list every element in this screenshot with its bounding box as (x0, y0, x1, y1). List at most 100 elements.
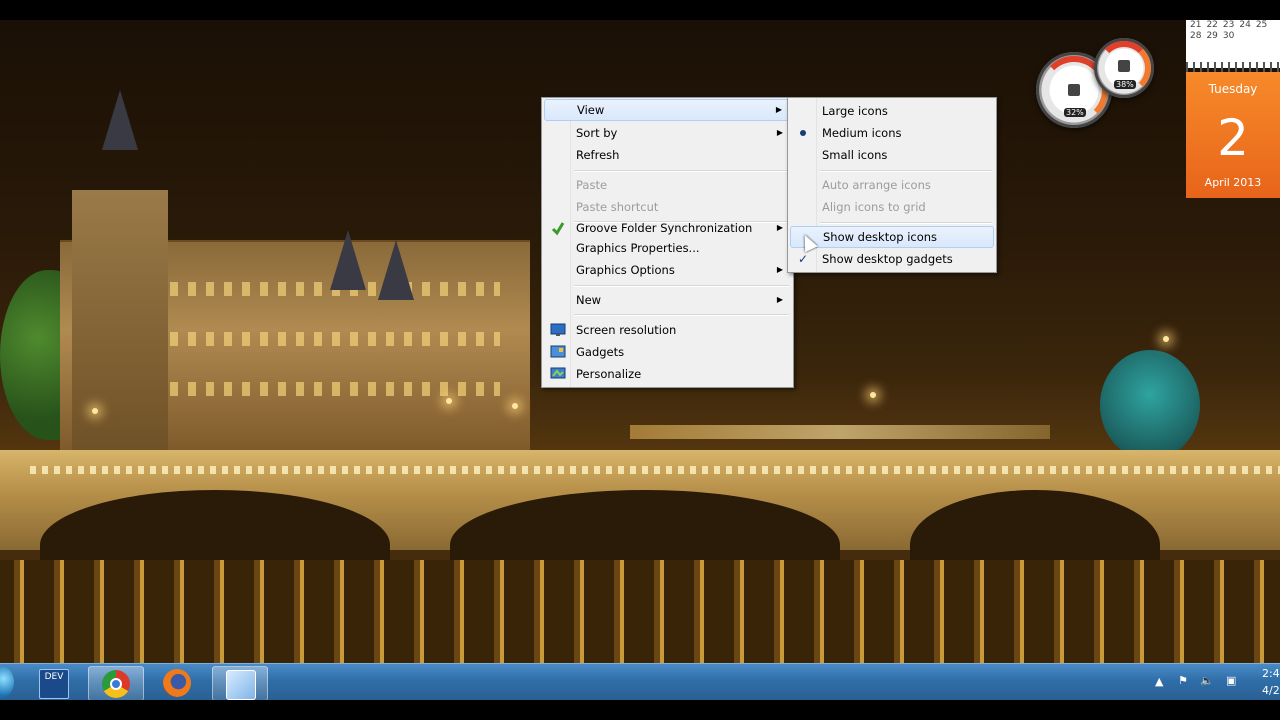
calendar-month-year: April 2013 (1204, 176, 1262, 189)
calendar-day: 2 (1217, 109, 1249, 167)
calendar-date: 29 (1206, 31, 1218, 41)
submenu-arrow-icon: ▶ (775, 105, 782, 114)
submenu-item-align-to-grid[interactable]: Align icons to grid (790, 196, 994, 218)
bridge-railing (30, 466, 1280, 474)
city-lights (630, 425, 1050, 439)
window-app-icon (226, 670, 256, 700)
menu-separator (574, 285, 789, 287)
firefox-icon (163, 669, 191, 697)
radio-selected-icon (800, 130, 806, 136)
submenu-item-show-desktop-icons[interactable]: Show desktop icons (790, 226, 994, 248)
menu-item-label: Screen resolution (576, 323, 677, 337)
calendar-date: 25 (1255, 20, 1268, 30)
submenu-arrow-icon: ▶ (776, 265, 783, 274)
calendar-date: 22 (1206, 20, 1218, 30)
menu-item-graphics-options[interactable]: Graphics Options ▶ (544, 259, 791, 281)
menu-item-refresh[interactable]: Refresh (544, 144, 791, 166)
menu-item-label: Personalize (576, 367, 642, 381)
taskbar-app-firefox[interactable] (150, 666, 204, 699)
submenu-item-show-desktop-gadgets[interactable]: ✓ Show desktop gadgets (790, 248, 994, 270)
calendar-weekday: Tuesday (1208, 82, 1258, 96)
cpu-value: 32% (1064, 108, 1086, 117)
calendar-rings (1186, 62, 1280, 72)
menu-item-label: Show desktop icons (823, 230, 938, 244)
menu-item-gadgets[interactable]: Gadgets (544, 341, 791, 363)
menu-item-groove-sync[interactable]: Groove Folder Synchronization ▶ (544, 217, 791, 239)
show-hidden-icons[interactable]: ▲ (1155, 675, 1163, 688)
submenu-arrow-icon: ▶ (776, 128, 783, 137)
system-tray: ▲ ⚑ 🔈 ▣ 2:4 4/2 (1140, 664, 1280, 701)
turret-roof (330, 230, 366, 290)
submenu-arrow-icon: ▶ (776, 295, 783, 304)
dev-app-label: DEV (44, 672, 64, 682)
memory-value: 38% (1114, 80, 1136, 89)
menu-item-paste-shortcut[interactable]: Paste shortcut (544, 196, 791, 218)
submenu-item-auto-arrange[interactable]: Auto arrange icons (790, 174, 994, 196)
street-lamp (446, 398, 452, 404)
menu-item-label: Show desktop gadgets (822, 252, 953, 266)
menu-item-label: Graphics Properties... (576, 241, 700, 255)
menu-item-label: Medium icons (822, 126, 902, 140)
calendar-date: 30 (1222, 31, 1235, 41)
bottom-letterbox (0, 700, 1280, 720)
submenu-arrow-icon: ▶ (776, 223, 783, 232)
menu-item-label: Align icons to grid (822, 200, 926, 214)
volume-icon[interactable]: 🔈 (1200, 674, 1214, 687)
gadgets-icon (550, 345, 566, 358)
menu-item-sort-by[interactable]: Sort by ▶ (544, 122, 791, 144)
memory-meter-gadget[interactable]: 38% (1094, 38, 1154, 98)
start-button[interactable] (0, 666, 14, 698)
menu-item-label: Graphics Options (576, 263, 675, 277)
personalize-icon (550, 367, 566, 379)
calendar-week-row: 28 29 30 (1186, 31, 1280, 42)
calendar-date: 21 (1190, 20, 1202, 30)
menu-separator (574, 314, 789, 316)
calendar-week-row: 21 22 23 24 25 (1186, 20, 1280, 31)
menu-item-new[interactable]: New ▶ (544, 289, 791, 311)
menu-item-personalize[interactable]: Personalize (544, 363, 791, 385)
calendar-date: 24 (1239, 20, 1251, 30)
menu-item-label: Small icons (822, 148, 888, 162)
menu-item-label: Gadgets (576, 345, 625, 359)
turret-roof (378, 240, 414, 300)
menu-item-label: Paste (576, 178, 608, 192)
submenu-item-medium-icons[interactable]: Medium icons (790, 122, 994, 144)
menu-item-graphics-properties[interactable]: Graphics Properties... (544, 237, 791, 259)
menu-item-label: Paste shortcut (576, 200, 659, 214)
clock-tower (72, 190, 168, 460)
taskbar-app-chrome[interactable] (88, 666, 144, 701)
menu-item-label: New (576, 293, 602, 307)
calendar-date: 28 (1190, 31, 1202, 41)
network-icon[interactable]: ▣ (1226, 674, 1236, 687)
taskbar-app-dev[interactable]: DEV (26, 666, 80, 699)
street-lamp (1163, 336, 1169, 342)
menu-item-view[interactable]: View ▶ (544, 99, 791, 121)
menu-item-label: Groove Folder Synchronization (576, 221, 753, 235)
menu-separator (574, 170, 789, 172)
menu-item-label: Sort by (576, 126, 618, 140)
street-lamp (92, 408, 98, 414)
clock-time[interactable]: 2:4 (1262, 667, 1280, 680)
river-water (0, 560, 1280, 663)
groove-icon (551, 222, 565, 236)
calendar-month-grid[interactable]: 21 22 23 24 25 28 29 30 (1186, 20, 1280, 68)
menu-separator (820, 222, 992, 224)
cpu-chip-icon (1068, 84, 1080, 96)
chrome-icon (102, 670, 130, 698)
memory-chip-icon (1118, 60, 1130, 72)
tower-roof (102, 90, 138, 150)
screen-resolution-icon (550, 323, 566, 336)
menu-item-paste[interactable]: Paste (544, 174, 791, 196)
top-letterbox (0, 0, 1280, 20)
submenu-item-small-icons[interactable]: Small icons (790, 144, 994, 166)
view-submenu: Large icons Medium icons Small icons Aut… (787, 97, 997, 273)
tree-right (1100, 350, 1200, 460)
calendar-gadget[interactable]: Tuesday 2 April 2013 (1186, 72, 1280, 198)
submenu-item-large-icons[interactable]: Large icons (790, 100, 994, 122)
clock-date[interactable]: 4/2 (1262, 684, 1280, 697)
menu-item-screen-resolution[interactable]: Screen resolution (544, 319, 791, 341)
menu-item-label: Large icons (822, 104, 888, 118)
action-center-icon[interactable]: ⚑ (1178, 674, 1188, 687)
street-lamp (512, 403, 518, 409)
taskbar-app-window[interactable] (212, 666, 268, 701)
